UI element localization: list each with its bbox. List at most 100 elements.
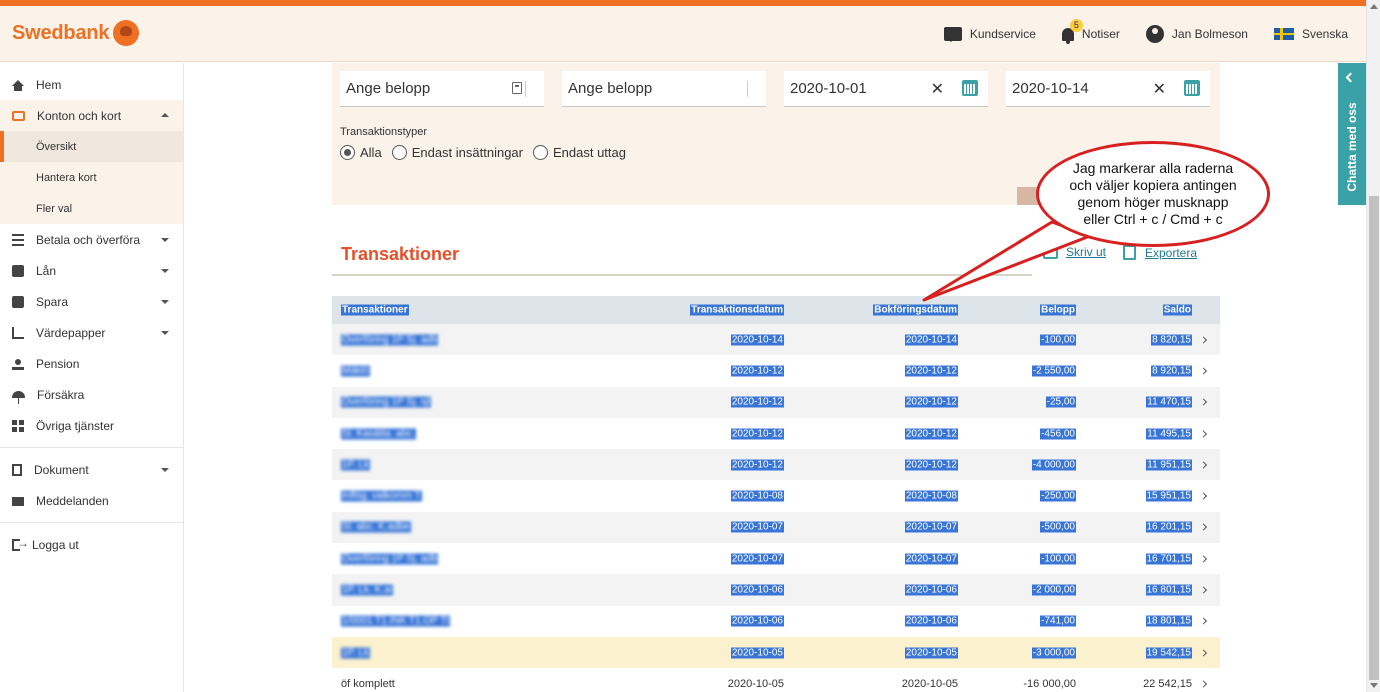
chevron-right-icon[interactable] <box>1199 523 1208 531</box>
column-header[interactable]: Belopp <box>1040 304 1076 316</box>
balance: 16 701,15 <box>1145 553 1192 565</box>
sidebar-subitem-hantera-kort[interactable]: Hantera kort <box>0 162 183 193</box>
table-row[interactable]: Överföring 1P Sj. adb 2020-10-07 2020-10-0… <box>332 543 1220 574</box>
table-row[interactable]: Överföring 1P Sj. sjl 2020-10-12 2020-10-1… <box>332 386 1220 418</box>
table-row[interactable]: 1P. Lk. K.ai 2020-10-06 2020-10-06 -2 000,0… <box>332 574 1220 606</box>
radio-alla[interactable]: Alla <box>340 145 382 160</box>
chevron-down-icon[interactable] <box>161 300 169 304</box>
radio-button[interactable] <box>340 145 355 160</box>
date-to-input[interactable]: 2020-10-14 ✕ <box>1006 71 1210 107</box>
page-scrollbar[interactable] <box>1366 0 1380 692</box>
scroll-up-arrow-icon[interactable] <box>1370 4 1378 9</box>
table-row[interactable]: Sl. abc. K.adbe 2020-10-07 2020-10-07 -500,… <box>332 511 1220 544</box>
header-item-label: Kundservice <box>969 27 1036 41</box>
chevron-right-icon[interactable] <box>1199 492 1208 500</box>
transaction-date: 2020-10-05 <box>727 677 784 690</box>
sidebar-item-label: Dokument <box>34 462 89 477</box>
export-icon <box>1123 245 1136 260</box>
transaction-date: 2020-10-07 <box>730 521 784 533</box>
sidebar-item-logga-ut[interactable]: Logga ut <box>0 529 183 560</box>
chevron-right-icon[interactable] <box>1199 680 1208 688</box>
table-row[interactable]: öf komplett 2020-10-05 2020-10-05 -16 000,0… <box>332 668 1220 692</box>
radio-button[interactable] <box>391 145 407 160</box>
calculator-icon[interactable] <box>512 82 522 94</box>
chat-tab[interactable]: Chatta med oss <box>1338 63 1366 205</box>
booking-date: 2020-10-14 <box>904 334 958 346</box>
amount: -100,00 <box>1040 553 1076 565</box>
clear-date-from-button[interactable]: ✕ <box>931 79 944 99</box>
chevron-right-icon[interactable] <box>1199 586 1208 594</box>
transaction-types-label: Transaktionstyper <box>340 126 428 138</box>
swedish-flag-icon <box>1273 28 1294 40</box>
chevron-right-icon[interactable] <box>1199 336 1208 344</box>
table-row[interactable]: 1P. Lk 2020-10-12 2020-10-12 -4 000,00 11 95… <box>332 449 1220 481</box>
sidebar-item-dokument[interactable]: Dokument <box>0 454 183 485</box>
sidebar-item-betala-och-överföra[interactable]: Betala och överföra <box>0 224 183 255</box>
export-link[interactable]: Exportera <box>1123 245 1197 260</box>
chevron-down-icon[interactable] <box>161 269 169 273</box>
calendar-icon[interactable] <box>962 80 978 96</box>
sidebar-item-meddelanden[interactable]: Meddelanden <box>0 485 183 516</box>
chevron-down-icon[interactable] <box>161 468 169 472</box>
sidebar-item-hem[interactable]: Hem <box>0 69 183 100</box>
booking-date: 2020-10-05 <box>901 677 958 690</box>
column-header[interactable]: Saldo <box>1162 304 1192 316</box>
chevron-right-icon[interactable] <box>1199 429 1208 438</box>
header-item-notiser[interactable]: 5 Notiser <box>1061 18 1120 44</box>
print-link[interactable]: Skriv ut <box>1043 242 1106 259</box>
radio-endast-uttag[interactable]: Endast uttag <box>532 145 626 160</box>
date-from-input[interactable]: 2020-10-01 ✕ <box>784 71 988 107</box>
sidebar-item-försäkra[interactable]: Försäkra <box>0 379 183 410</box>
sidebar-item-lån[interactable]: Lån <box>0 255 183 286</box>
loan-icon <box>12 264 24 277</box>
transaction-date: 2020-10-12 <box>730 459 784 471</box>
chevron-right-icon[interactable] <box>1199 617 1208 625</box>
column-header[interactable]: Transaktioner <box>341 304 409 316</box>
radio-endast-insättningar[interactable]: Endast insättningar <box>391 145 523 160</box>
header-item-jan-bolmeson[interactable]: Jan Bolmeson <box>1145 25 1248 43</box>
calendar-icon[interactable] <box>1184 80 1200 96</box>
sidebar-item-konton-och-kort[interactable]: Konton och kort <box>0 100 183 131</box>
sidebar-item-värdepapper[interactable]: Värdepapper <box>0 317 183 348</box>
sidebar-item-övriga-tjänster[interactable]: Övriga tjänster <box>0 410 183 441</box>
balance: 11 951,15 <box>1146 459 1192 471</box>
column-header[interactable]: Bokföringsdatum <box>873 304 958 316</box>
amount: -250,00 <box>1040 490 1076 502</box>
header-item-label: Notiser <box>1081 27 1120 41</box>
table-row[interactable]: Sl. Kasätta. abc. 2020-10-12 2020-10-12 -45… <box>332 418 1220 449</box>
sidebar-item-label: Lån <box>36 263 57 278</box>
transaction-date: 2020-10-07 <box>730 553 784 565</box>
balance: 8 920,15 <box>1151 365 1192 377</box>
column-header[interactable]: Transaktionsdatum <box>690 304 784 316</box>
table-row[interactable]: 1/0001 T1.INK T1.OP Tt 2020-10-06 2020-10-… <box>332 606 1220 637</box>
sidebar-subitem-översikt[interactable]: Översikt <box>0 131 183 162</box>
table-row[interactable]: Överföring 1P Sj. adb 2020-10-14 2020-10-1… <box>332 324 1220 356</box>
cards-icon <box>12 110 25 121</box>
radio-button[interactable] <box>532 145 548 160</box>
header-item-kundservice[interactable]: Kundservice <box>943 27 1036 42</box>
amount-to-input[interactable]: Ange belopp <box>562 71 766 107</box>
sidebar-item-label: Pension <box>36 356 80 371</box>
chevron-right-icon[interactable] <box>1199 555 1208 563</box>
sidebar-item-pension[interactable]: Pension <box>0 348 183 379</box>
scroll-down-arrow-icon[interactable] <box>1370 683 1378 688</box>
clear-date-to-button[interactable]: ✕ <box>1153 79 1166 99</box>
header-actions: Kundservice 5 Notiser Jan Bolmeson Svenska <box>918 6 1348 62</box>
chevron-right-icon[interactable] <box>1199 461 1208 469</box>
chevron-down-icon[interactable] <box>161 331 169 335</box>
table-row[interactable]: 1P. Lk 2020-10-05 2020-10-05 -3 000,00 19 54… <box>332 636 1220 669</box>
table-row[interactable]: Inflög. valkomm T 2020-10-08 2020-10-08 -25… <box>332 480 1220 511</box>
sidebar-subitem-fler-val[interactable]: Fler val <box>0 193 183 224</box>
transaction-date: 2020-10-06 <box>730 615 784 627</box>
chevron-down-icon[interactable] <box>161 238 169 242</box>
amount-from-input[interactable]: Ange belopp <box>340 71 544 107</box>
header-item-svenska[interactable]: Svenska <box>1273 27 1348 41</box>
scroll-thumb[interactable] <box>1369 196 1379 680</box>
table-row[interactable]: Mäklö 2020-10-12 2020-10-12 -2 550,00 8 920,… <box>332 355 1220 386</box>
chevron-right-icon[interactable] <box>1199 649 1208 657</box>
chevron-up-icon[interactable] <box>161 113 169 117</box>
chevron-right-icon[interactable] <box>1199 367 1208 375</box>
chevron-right-icon[interactable] <box>1199 398 1208 406</box>
sidebar-item-spara[interactable]: Spara <box>0 286 183 317</box>
swedbank-logo[interactable]: Swedbank <box>12 20 140 46</box>
